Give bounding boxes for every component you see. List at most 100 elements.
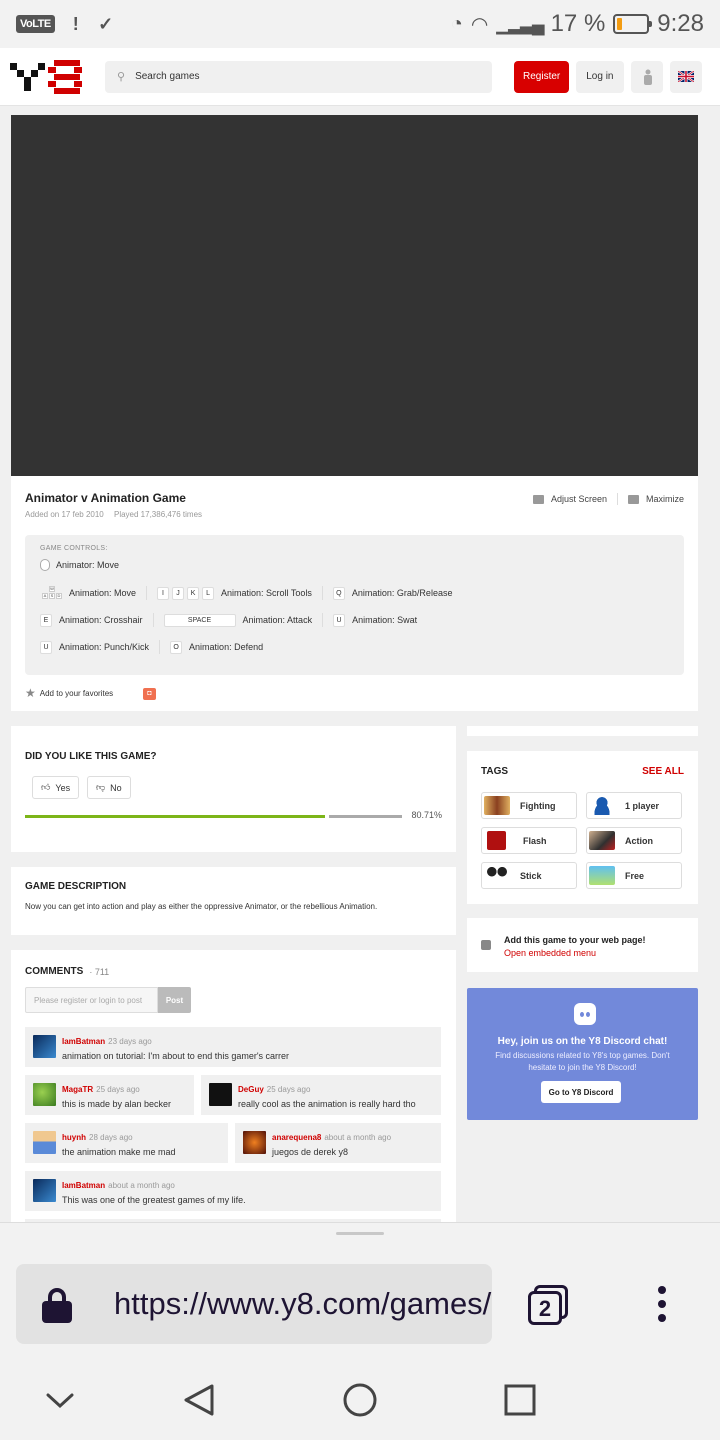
vote-yes-button[interactable]: 👍︎ Yes [32,776,80,799]
rating-bar-positive [25,815,325,818]
description-card: GAME DESCRIPTION Now you can get into ac… [11,867,456,935]
control-label: Animation: Scroll Tools [221,588,312,598]
register-button[interactable]: Register [514,60,570,93]
rating-bar [25,815,402,818]
comment-user[interactable]: anarequena8 about a month ago [272,1133,391,1142]
check-notification-icon: ✓ [98,14,114,34]
key-badge: L [202,586,215,600]
tag-free[interactable]: Free [586,862,682,889]
thumbs-down-icon: 👎︎ [96,782,106,792]
tag-label: Fighting [520,800,556,811]
back-button[interactable] [180,1380,220,1420]
tag-label: Free [625,870,645,881]
avatar[interactable] [33,1131,56,1154]
recents-button[interactable] [500,1380,540,1420]
game-actions: Adjust Screen Maximize [532,493,684,505]
login-button[interactable]: Log in [576,60,624,93]
username[interactable]: IamBatman [62,1181,105,1190]
add-to-favorites-button[interactable]: ★ Add to your favorites [25,686,113,700]
key-badge: U [333,613,346,627]
battery-percent: 17 % [550,10,606,37]
language-button[interactable] [669,60,702,93]
comment-item: IamBatman about a month ago This was one … [25,1171,441,1211]
back-triangle-icon [184,1384,214,1416]
post-comment-button[interactable]: Post [158,987,191,1013]
tag-1-player[interactable]: 1 player [586,792,682,819]
tag-label: Flash [523,835,547,846]
control-label: Animation: Defend [189,642,264,652]
discord-button[interactable]: Go to Y8 Discord [541,1081,621,1103]
adjust-screen-button[interactable]: Adjust Screen [551,494,607,504]
username[interactable]: huynh [62,1133,86,1142]
avatar[interactable] [33,1035,56,1058]
see-all-tags-link[interactable]: SEE ALL [642,766,684,777]
user-menu-button[interactable] [630,60,663,93]
alert-icon: ! [72,14,79,34]
comment-text: this is made by alan becker [62,1099,172,1109]
discord-title: Hey, join us on the Y8 Discord chat! [497,1036,668,1047]
comment-text: This was one of the greatest games of my… [62,1195,246,1205]
adjust-screen-icon [532,494,544,504]
vote-no-button[interactable]: 👎︎ No [87,776,131,799]
comment-user[interactable]: IamBatman about a month ago [62,1181,175,1190]
home-button[interactable] [340,1380,380,1420]
username[interactable]: anarequena8 [272,1133,321,1142]
tag-label: Stick [520,870,542,881]
username[interactable]: MagaTR [62,1085,93,1094]
divider [321,586,323,600]
comment-user[interactable]: DeGuy 25 days ago [238,1085,310,1094]
recents-square-icon [504,1384,536,1416]
drag-handle[interactable] [336,1232,384,1235]
search-input[interactable]: ⚲ Search games [105,60,492,93]
game-canvas[interactable] [11,115,698,476]
tag-fighting[interactable]: Fighting [481,792,577,819]
controls-row-3: E Animation: Crosshair SPACE Animation: … [40,613,417,627]
tag-flash[interactable]: Flash [481,827,577,854]
dot [658,1300,666,1308]
browser-menu-button[interactable] [657,1286,667,1322]
url-text[interactable]: https://www.y8.com/games/ [114,1286,491,1322]
username[interactable]: IamBatman [62,1037,105,1046]
control-label: Animator: Move [56,560,120,570]
username[interactable]: DeGuy [238,1085,264,1094]
open-embedded-menu-link[interactable]: Open embedded menu [504,948,596,958]
game-play-count: Played 17,386,476 times [113,510,203,519]
key-badge: Q [332,586,345,600]
controls-row-4: U Animation: Punch/Kick O Animation: Def… [40,640,263,654]
avatar[interactable] [243,1131,266,1154]
avatar[interactable] [33,1083,56,1106]
control-label: Animation: Crosshair [59,615,143,625]
comment-time: about a month ago [324,1133,392,1142]
search-placeholder: Search games [135,71,200,82]
lock-icon[interactable] [42,1288,72,1323]
discord-card: Hey, join us on the Y8 Discord chat! Fin… [467,988,698,1120]
thumbs-up-icon: 👍︎ [41,782,51,792]
description-text: Now you can get into action and play as … [25,902,378,911]
control-label: Animation: Punch/Kick [59,642,150,652]
control-label: Animation: Swat [352,615,418,625]
comment-user[interactable]: huynh 28 days ago [62,1133,133,1142]
controls-heading: GAME CONTROLS: [40,545,108,552]
rating-card: DID YOU LIKE THIS GAME? 👍︎ Yes 👎︎ No 80.… [11,726,456,852]
hide-nav-button[interactable] [40,1380,80,1420]
comment-user[interactable]: IamBatman 23 days ago [62,1037,152,1046]
comment-user[interactable]: MagaTR 25 days ago [62,1085,140,1094]
divider [146,586,148,600]
maximize-button[interactable]: Maximize [646,494,684,504]
y8-logo[interactable] [10,59,84,94]
tag-action[interactable]: Action [586,827,682,854]
avatar[interactable] [33,1179,56,1202]
dot [658,1286,666,1294]
dot [658,1314,666,1322]
clock: 9:28 [657,10,704,37]
tag-stick[interactable]: Stick [481,862,577,889]
embed-card: Add this game to your web page! Open emb… [467,918,698,972]
avatar[interactable] [209,1083,232,1106]
comment-input[interactable]: Please register or login to post [25,987,158,1013]
comments-title: COMMENTS [25,966,84,977]
divider [152,613,154,627]
address-bar[interactable]: https://www.y8.com/games/ [16,1264,492,1344]
tab-switcher-button[interactable]: 2 [528,1285,568,1325]
share-icon[interactable]: ◘ [143,688,156,700]
game-added-date: Added on 17 feb 2010 [25,510,104,519]
